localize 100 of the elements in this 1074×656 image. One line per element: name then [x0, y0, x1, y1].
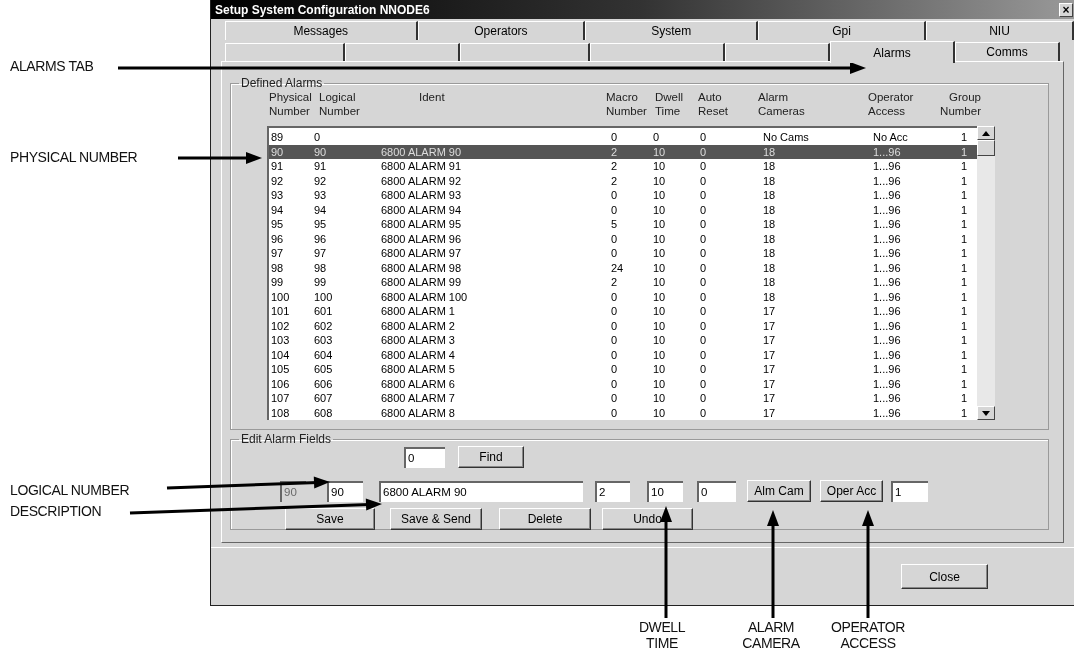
tab[interactable]: Alarms [830, 41, 955, 63]
table-cell-text: 92 [271, 173, 285, 188]
tab[interactable] [725, 43, 830, 61]
tab[interactable]: Comms [955, 42, 1060, 61]
callout-label: ALARMS TAB [10, 58, 94, 74]
table-cell-text: 100 [271, 289, 291, 304]
list-row[interactable]: 107 607 6800 ALARM 7 0 10 0 17 1...96 1 [269, 391, 977, 406]
table-cell-text: 0 [700, 202, 708, 217]
list-row[interactable]: 89 0 0 0 0 No Cams No Acc 1 [269, 130, 977, 145]
table-cell-text: 0 [700, 130, 708, 145]
scrollbar-thumb[interactable] [977, 140, 995, 156]
table-cell-text: 93 [314, 188, 328, 203]
table-cell-text: 6800 ALARM 93 [381, 188, 463, 203]
tab[interactable]: Operators [417, 21, 586, 40]
table-cell-text: 99 [271, 275, 285, 290]
table-cell-text: 0 [653, 130, 661, 145]
table-cell-text: 1...96 [873, 362, 902, 377]
find-button[interactable]: Find [458, 446, 524, 468]
action-button[interactable]: Undo [602, 508, 693, 530]
input-field[interactable]: 90 [327, 480, 363, 502]
table-cell-text: 17 [763, 391, 777, 406]
callout-label: ALARM CAMERA [742, 619, 800, 651]
list-row[interactable]: 94 94 6800 ALARM 94 0 10 0 18 1...96 1 [269, 202, 977, 217]
table-cell-text: 90 [314, 144, 328, 159]
list-row[interactable]: 100 100 6800 ALARM 100 0 10 0 18 1...96 1 [269, 289, 977, 304]
table-cell-text: 10 [653, 173, 667, 188]
input-field[interactable]: 0 [697, 480, 736, 502]
column-header: Dwell Time [655, 90, 685, 118]
table-cell-text: 102 [271, 318, 291, 333]
column-header: Macro Number [606, 90, 648, 118]
table-cell-text: 6800 ALARM 94 [381, 202, 463, 217]
table-cell-text: 0 [611, 318, 619, 333]
close-dialog-button[interactable]: Close [901, 564, 988, 589]
table-cell-text: 24 [611, 260, 625, 275]
list-row[interactable]: 92 92 6800 ALARM 92 2 10 0 18 1...96 1 [269, 173, 977, 188]
table-cell-text: 6800 ALARM 1 [381, 304, 456, 319]
tab[interactable] [590, 43, 725, 61]
action-button[interactable]: Save & Send [390, 508, 482, 530]
table-cell-text: 18 [763, 246, 777, 261]
tab[interactable]: System [585, 21, 759, 40]
list-row[interactable]: 91 91 6800 ALARM 91 2 10 0 18 1...96 1 [269, 159, 977, 174]
close-button[interactable]: × [1059, 2, 1073, 17]
input-field[interactable]: 1 [891, 480, 928, 502]
input-field[interactable]: 2 [595, 480, 630, 502]
table-cell-text: 10 [653, 304, 667, 319]
table-cell-text: 0 [700, 159, 708, 174]
table-cell-text: 0 [700, 318, 708, 333]
list-row[interactable]: 97 97 6800 ALARM 97 0 10 0 18 1...96 1 [269, 246, 977, 261]
action-button[interactable]: Delete [499, 508, 591, 530]
table-cell-text: 97 [271, 246, 285, 261]
table-cell-text: 1 [959, 391, 967, 406]
table-cell-text: 1...96 [873, 347, 902, 362]
table-cell-text: 92 [314, 173, 328, 188]
list-row[interactable]: 98 98 6800 ALARM 98 24 10 0 18 1...96 1 [269, 260, 977, 275]
list-row[interactable]: 106 606 6800 ALARM 6 0 10 0 17 1...96 1 [269, 376, 977, 391]
scroll-down-button[interactable] [977, 406, 995, 420]
list-row[interactable]: 103 603 6800 ALARM 3 0 10 0 17 1...96 1 [269, 333, 977, 348]
table-cell-text: 0 [700, 275, 708, 290]
table-cell-text: No Acc [873, 130, 909, 145]
tab[interactable]: Messages [225, 21, 418, 40]
table-cell-text: 94 [314, 202, 328, 217]
tab[interactable]: Gpi [758, 21, 926, 40]
list-row[interactable]: 96 96 6800 ALARM 96 0 10 0 18 1...96 1 [269, 231, 977, 246]
list-row[interactable]: 95 95 6800 ALARM 95 5 10 0 18 1...96 1 [269, 217, 977, 232]
table-cell-text: 18 [763, 144, 777, 159]
action-button[interactable]: Alm Cam [747, 480, 811, 502]
table-cell-text: 10 [653, 376, 667, 391]
table-cell-text: 93 [271, 188, 285, 203]
table-cell-text: 0 [700, 246, 708, 261]
tab[interactable]: NIU [925, 21, 1074, 40]
table-cell-text: 1 [959, 246, 967, 261]
column-header: Operator Access [868, 90, 915, 118]
list-row[interactable]: 99 99 6800 ALARM 99 2 10 0 18 1...96 1 [269, 275, 977, 290]
table-cell-text: 0 [700, 362, 708, 377]
search-field[interactable]: 0 [404, 446, 445, 468]
list-row[interactable]: 101 601 6800 ALARM 1 0 10 0 17 1...96 1 [269, 304, 977, 319]
tab[interactable] [460, 43, 590, 61]
list-row[interactable]: 108 608 6800 ALARM 8 0 10 0 17 1...96 1 [269, 405, 977, 420]
list-row[interactable]: 93 93 6800 ALARM 93 0 10 0 18 1...96 1 [269, 188, 977, 203]
tab[interactable] [225, 43, 345, 61]
tab[interactable] [345, 43, 460, 61]
list-row[interactable]: 105 605 6800 ALARM 5 0 10 0 17 1...96 1 [269, 362, 977, 377]
table-cell-text: 1 [959, 130, 967, 145]
table-cell-text: 0 [611, 347, 619, 362]
list-row[interactable]: 104 604 6800 ALARM 4 0 10 0 17 1...96 1 [269, 347, 977, 362]
action-button[interactable]: Save [285, 508, 375, 530]
list-row[interactable]: 90 90 6800 ALARM 90 2 10 0 18 1...96 1 [269, 144, 977, 159]
table-cell-text: 17 [763, 333, 777, 348]
scroll-up-button[interactable] [977, 126, 995, 140]
table-cell-text: 104 [271, 347, 291, 362]
scrollbar[interactable] [977, 126, 995, 420]
input-field[interactable]: 6800 ALARM 90 [379, 480, 583, 502]
action-button[interactable]: Oper Acc [820, 480, 883, 502]
table-cell-text: 6800 ALARM 100 [381, 289, 469, 304]
table-cell-text: 0 [700, 144, 708, 159]
table-cell-text: 1...96 [873, 188, 902, 203]
list-row[interactable]: 102 602 6800 ALARM 2 0 10 0 17 1...96 1 [269, 318, 977, 333]
table-cell-text: 1 [959, 376, 967, 391]
input-field[interactable]: 10 [647, 480, 683, 502]
table-cell-text: 602 [314, 318, 334, 333]
